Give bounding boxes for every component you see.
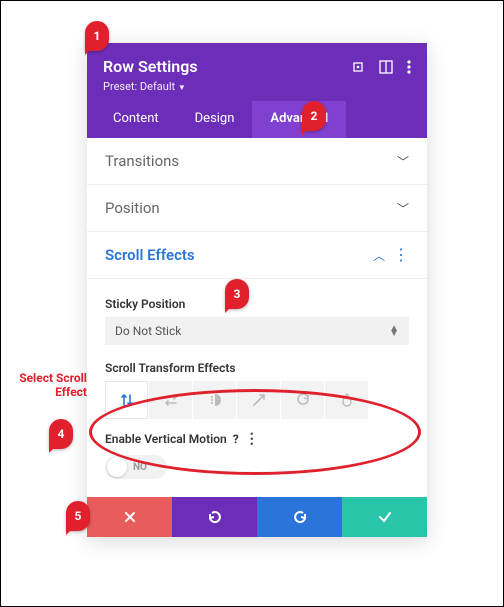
check-icon	[377, 510, 393, 524]
panel-header: Row Settings Preset: Default ▼	[87, 43, 427, 101]
save-button[interactable]	[342, 497, 427, 537]
panel-title: Row Settings	[103, 57, 198, 76]
panel-footer	[87, 497, 427, 537]
section-transitions[interactable]: Transitions ﹀	[87, 138, 427, 185]
redo-icon	[292, 510, 308, 524]
effect-blur-button[interactable]	[325, 381, 369, 419]
scale-icon	[251, 392, 267, 408]
section-title: Scroll Effects	[105, 246, 195, 264]
fade-icon	[207, 392, 223, 408]
scroll-effects-fields: Sticky Position Do Not Stick ▲▼ Scroll T…	[87, 279, 427, 487]
preset-label: Preset: Default	[103, 80, 175, 93]
header-actions	[351, 60, 411, 74]
select-arrows-icon: ▲▼	[389, 326, 399, 336]
annotation-marker-2: 2	[302, 101, 326, 131]
kebab-icon[interactable]	[407, 60, 411, 74]
settings-panel: Row Settings Preset: Default ▼ Content D…	[87, 43, 427, 537]
tab-bar: Content Design Advanced	[87, 101, 427, 138]
annotation-marker-4: 4	[49, 419, 73, 449]
kebab-icon[interactable]: ⋮	[393, 247, 409, 263]
annotation-marker-5: 5	[66, 501, 90, 531]
effect-horizontal-button[interactable]	[149, 381, 193, 419]
section-title: Transitions	[105, 152, 179, 170]
effect-vertical-button[interactable]	[105, 381, 149, 419]
vertical-motion-toggle[interactable]: NO	[105, 455, 167, 479]
grid-icon[interactable]	[379, 60, 393, 74]
redo-button[interactable]	[257, 497, 342, 537]
chevron-up-icon: ︿	[373, 247, 385, 264]
effect-rotate-button[interactable]	[281, 381, 325, 419]
section-title: Position	[105, 199, 160, 217]
section-scroll-effects[interactable]: Scroll Effects ︿ ⋮	[87, 232, 427, 279]
annotation-marker-3: 3	[225, 279, 249, 309]
effect-fade-button[interactable]	[193, 381, 237, 419]
annotation-callout: Select Scroll Effect	[5, 371, 87, 400]
vertical-arrows-icon	[119, 392, 135, 408]
effect-scale-button[interactable]	[237, 381, 281, 419]
chevron-down-icon: ﹀	[397, 153, 409, 170]
transform-effects-row	[105, 381, 409, 419]
close-icon	[123, 510, 137, 524]
tab-advanced[interactable]: Advanced	[252, 101, 346, 138]
enable-vertical-motion-label: Enable Vertical Motion ? ⋮	[105, 431, 409, 447]
transform-effects-label: Scroll Transform Effects	[105, 361, 409, 375]
annotation-marker-1: 1	[85, 21, 109, 51]
chevron-down-icon: ﹀	[397, 200, 409, 217]
preset-selector[interactable]: Preset: Default ▼	[103, 80, 411, 93]
kebab-icon[interactable]: ⋮	[245, 431, 259, 447]
help-icon[interactable]: ?	[233, 432, 239, 446]
toggle-knob	[107, 457, 127, 477]
expand-icon[interactable]	[351, 60, 365, 74]
select-value: Do Not Stick	[115, 324, 181, 338]
caret-down-icon: ▼	[178, 83, 186, 92]
drop-icon	[339, 392, 355, 408]
cancel-button[interactable]	[87, 497, 172, 537]
section-position[interactable]: Position ﹀	[87, 185, 427, 232]
rotate-icon	[295, 392, 311, 408]
tab-content[interactable]: Content	[95, 101, 177, 138]
horizontal-arrows-icon	[163, 392, 179, 408]
toggle-state-label: NO	[133, 462, 147, 473]
sticky-position-select[interactable]: Do Not Stick ▲▼	[105, 317, 409, 345]
tab-design[interactable]: Design	[177, 101, 253, 138]
sticky-position-label: Sticky Position	[105, 297, 409, 311]
undo-icon	[207, 510, 223, 524]
panel-body: Transitions ﹀ Position ﹀ Scroll Effects …	[87, 138, 427, 497]
undo-button[interactable]	[172, 497, 257, 537]
